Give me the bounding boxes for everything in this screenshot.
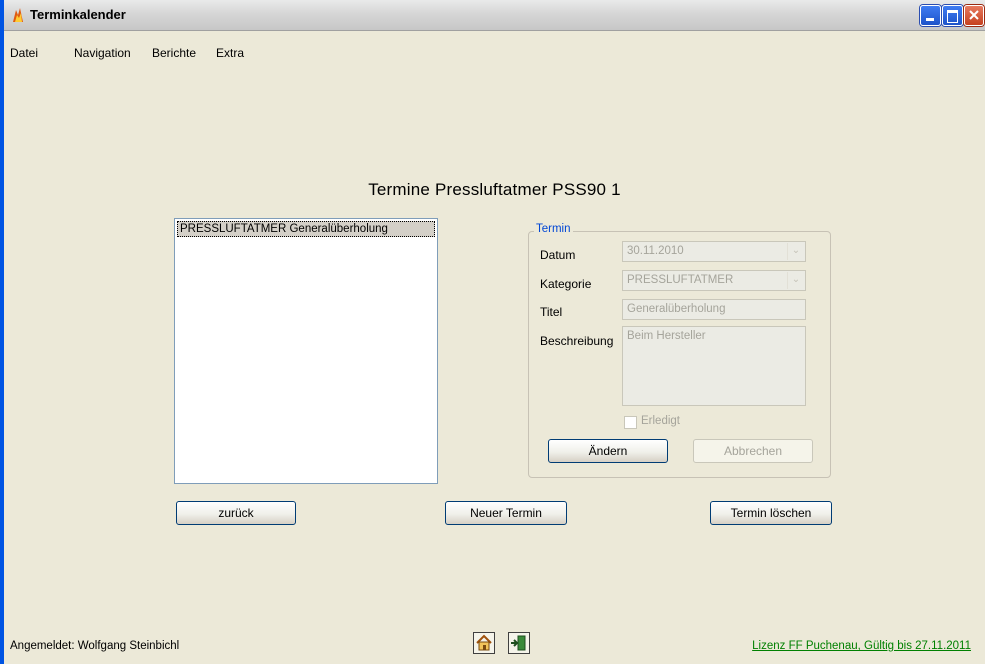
menu-navigation[interactable]: Navigation — [74, 46, 131, 60]
close-button[interactable] — [964, 5, 984, 26]
datum-value: 30.11.2010 — [627, 245, 684, 257]
license-link[interactable]: Lizenz FF Puchenau, Gültig bis 27.11.201… — [752, 640, 971, 652]
menu-bar: Datei Navigation Berichte Extra — [4, 31, 985, 60]
chevron-down-icon[interactable]: ⌄ — [787, 243, 804, 260]
menu-datei[interactable]: Datei — [10, 46, 38, 60]
erledigt-label: Erledigt — [641, 415, 680, 427]
datum-field[interactable]: 30.11.2010 ⌄ — [622, 241, 806, 262]
beschreibung-textarea[interactable]: Beim Hersteller — [622, 326, 806, 406]
page-title: Termine Pressluftatmer PSS90 1 — [368, 180, 621, 199]
chevron-down-icon[interactable]: ⌄ — [787, 272, 804, 289]
exit-door-icon — [511, 635, 526, 651]
termine-listbox[interactable]: PRESSLUFTATMER Generalüberholung — [174, 218, 438, 484]
close-icon — [969, 10, 979, 20]
abbrechen-button[interactable]: Abbrechen — [693, 439, 813, 463]
aendern-button[interactable]: Ändern — [548, 439, 668, 463]
kategorie-select[interactable]: PRESSLUFTATMER ⌄ — [622, 270, 806, 291]
minimize-button[interactable] — [920, 5, 941, 26]
window-title: Terminkalender — [30, 7, 126, 22]
title-bar[interactable]: Terminkalender — [4, 0, 985, 31]
titel-value: Generalüberholung — [627, 303, 726, 315]
maximize-button[interactable] — [942, 5, 963, 26]
kategorie-label: Kategorie — [540, 277, 592, 291]
erledigt-checkbox[interactable] — [624, 416, 637, 429]
logged-in-status: Angemeldet: Wolfgang Steinbichl — [10, 640, 180, 652]
home-button[interactable] — [473, 632, 495, 654]
exit-button[interactable] — [508, 632, 530, 654]
titel-label: Titel — [540, 305, 563, 319]
menu-extra[interactable]: Extra — [216, 46, 244, 60]
kategorie-value: PRESSLUFTATMER — [627, 274, 734, 286]
list-item[interactable]: PRESSLUFTATMER Generalüberholung — [177, 221, 435, 237]
home-icon — [476, 634, 492, 651]
neuer-termin-button[interactable]: Neuer Termin — [445, 501, 567, 525]
minimize-icon — [926, 18, 934, 21]
titel-field[interactable]: Generalüberholung — [622, 299, 806, 320]
maximize-icon — [947, 10, 958, 23]
app-window: Terminkalender Datei Navigation Berichte… — [0, 0, 985, 664]
termin-legend: Termin — [534, 223, 573, 235]
flame-icon — [13, 8, 23, 22]
menu-berichte[interactable]: Berichte — [152, 46, 196, 60]
zurueck-button[interactable]: zurück — [176, 501, 296, 525]
beschreibung-label: Beschreibung — [540, 334, 614, 348]
datum-label: Datum — [540, 248, 576, 262]
beschreibung-value: Beim Hersteller — [627, 330, 706, 342]
termin-loeschen-button[interactable]: Termin löschen — [710, 501, 832, 525]
